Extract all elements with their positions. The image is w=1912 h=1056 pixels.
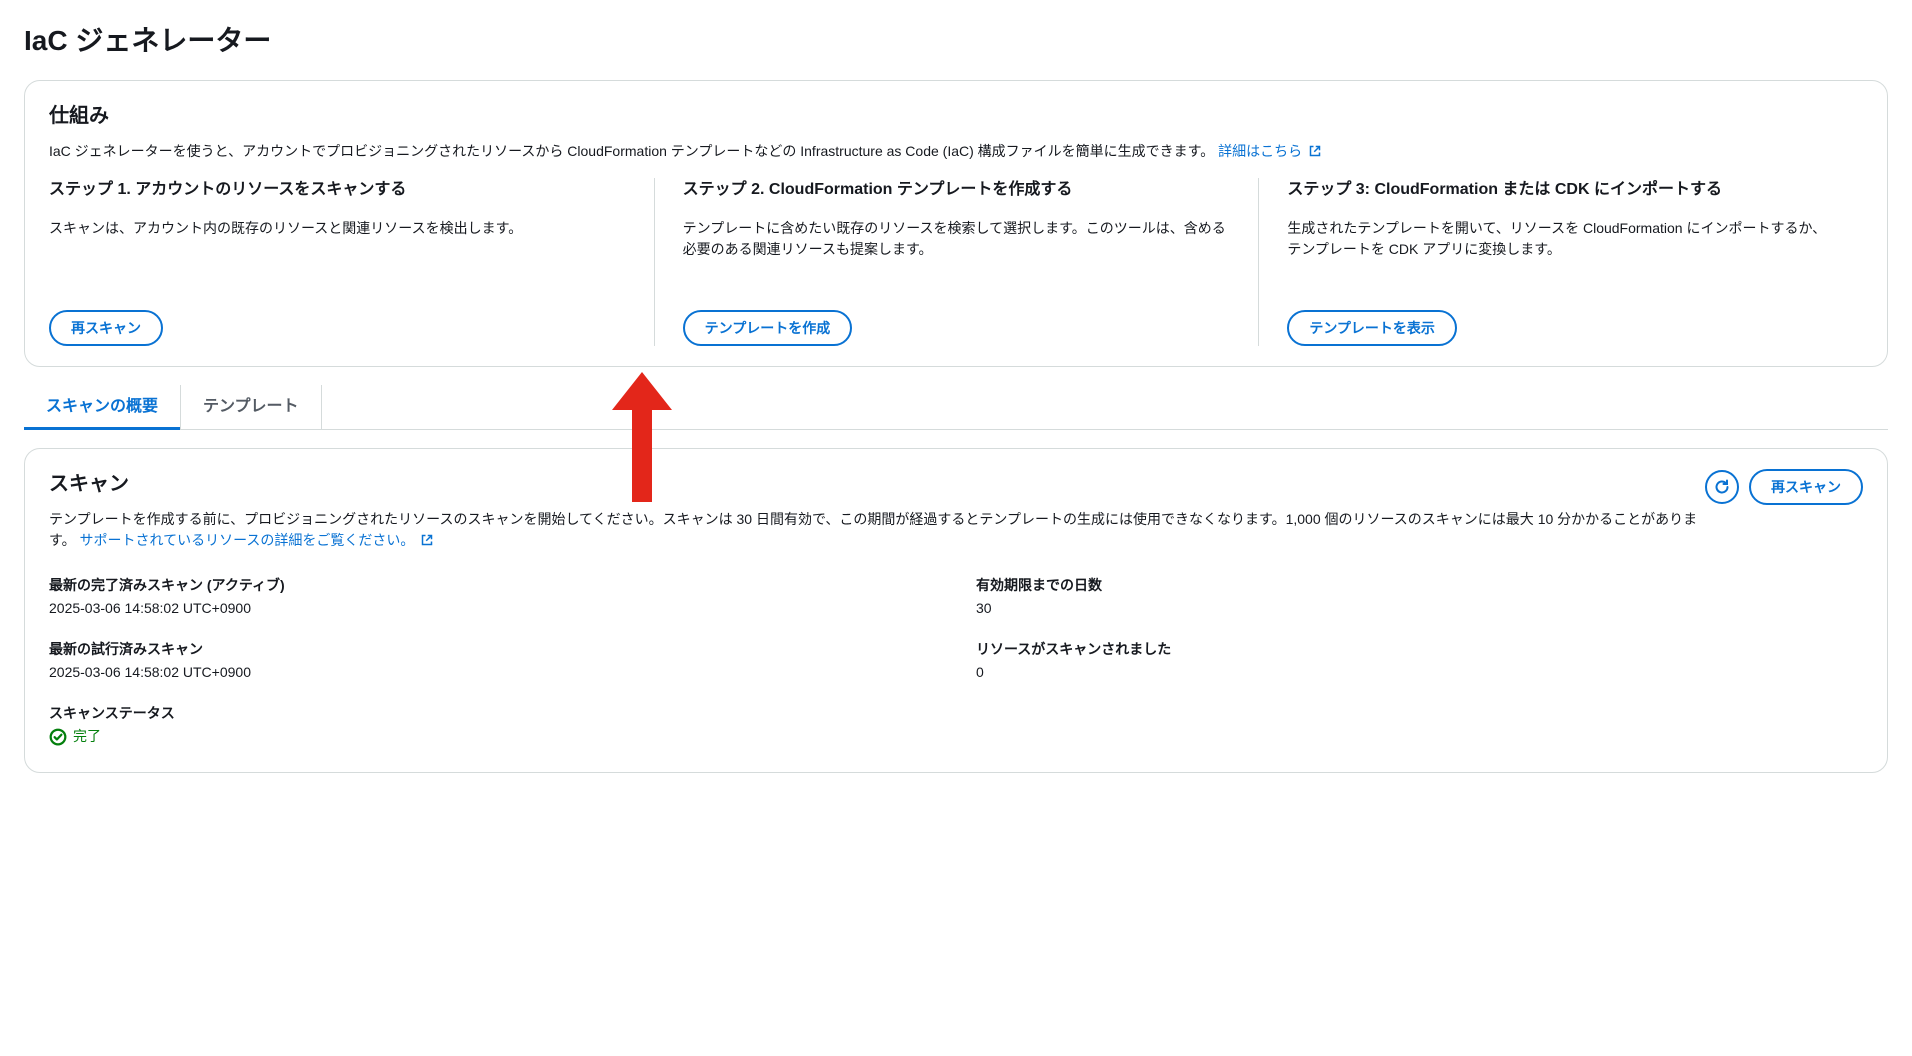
success-icon — [49, 728, 67, 746]
external-link-icon — [1309, 145, 1321, 157]
page-title: IaC ジェネレーター — [24, 20, 1888, 62]
step-2-title: ステップ 2. CloudFormation テンプレートを作成する — [683, 178, 1231, 202]
create-template-button[interactable]: テンプレートを作成 — [683, 310, 853, 346]
step-2: ステップ 2. CloudFormation テンプレートを作成する テンプレー… — [654, 178, 1259, 346]
external-link-icon — [421, 534, 433, 546]
supported-resources-link[interactable]: サポートされているリソースの詳細をご覧ください。 — [80, 532, 434, 548]
tab-templates[interactable]: テンプレート — [181, 385, 322, 429]
tab-scan-overview[interactable]: スキャンの概要 — [24, 385, 181, 429]
kv-last-completed-value: 2025-03-06 14:58:02 UTC+0900 — [49, 598, 936, 619]
step-3-desc: 生成されたテンプレートを開いて、リソースを CloudFormation にイン… — [1287, 218, 1835, 288]
kv-days-valid-value: 30 — [976, 598, 1863, 619]
kv-resources-scanned: リソースがスキャンされました 0 — [976, 639, 1863, 683]
scan-rescan-button[interactable]: 再スキャン — [1749, 469, 1863, 505]
howitworks-panel: 仕組み IaC ジェネレーターを使うと、アカウントでプロビジョニングされたリソー… — [24, 80, 1888, 367]
scan-title: スキャン — [49, 469, 1705, 499]
view-template-button[interactable]: テンプレートを表示 — [1287, 310, 1457, 346]
kv-last-attempt: 最新の試行済みスキャン 2025-03-06 14:58:02 UTC+0900 — [49, 639, 936, 683]
scan-kv-grid: 最新の完了済みスキャン (アクティブ) 2025-03-06 14:58:02 … — [49, 575, 1863, 752]
kv-last-attempt-label: 最新の試行済みスキャン — [49, 639, 936, 660]
howitworks-desc: IaC ジェネレーターを使うと、アカウントでプロビジョニングされたリソースから … — [49, 141, 1863, 162]
kv-status-value: 完了 — [49, 726, 101, 747]
steps-row: ステップ 1. アカウントのリソースをスキャンする スキャンは、アカウント内の既… — [49, 178, 1863, 346]
step-1-title: ステップ 1. アカウントのリソースをスキャンする — [49, 178, 626, 202]
learn-more-link[interactable]: 詳細はこちら — [1218, 143, 1321, 159]
kv-status-text: 完了 — [73, 726, 101, 747]
scan-desc: テンプレートを作成する前に、プロビジョニングされたリソースのスキャンを開始してく… — [49, 509, 1705, 551]
refresh-button[interactable] — [1705, 470, 1739, 504]
refresh-icon — [1714, 479, 1730, 495]
step-2-desc: テンプレートに含めたい既存のリソースを検索して選択します。このツールは、含める必… — [683, 218, 1231, 288]
kv-days-valid-label: 有効期限までの日数 — [976, 575, 1863, 596]
kv-last-attempt-value: 2025-03-06 14:58:02 UTC+0900 — [49, 662, 936, 683]
rescan-button[interactable]: 再スキャン — [49, 310, 163, 346]
kv-status-label: スキャンステータス — [49, 703, 936, 724]
kv-last-completed: 最新の完了済みスキャン (アクティブ) 2025-03-06 14:58:02 … — [49, 575, 936, 619]
kv-last-completed-label: 最新の完了済みスキャン (アクティブ) — [49, 575, 936, 596]
step-3: ステップ 3: CloudFormation または CDK にインポートする … — [1258, 178, 1863, 346]
tabs: スキャンの概要 テンプレート — [24, 385, 1888, 430]
scan-header-actions: 再スキャン — [1705, 469, 1863, 505]
scan-panel: スキャン テンプレートを作成する前に、プロビジョニングされたリソースのスキャンを… — [24, 448, 1888, 773]
kv-resources-scanned-label: リソースがスキャンされました — [976, 639, 1863, 660]
step-1-desc: スキャンは、アカウント内の既存のリソースと関連リソースを検出します。 — [49, 218, 626, 288]
step-3-title: ステップ 3: CloudFormation または CDK にインポートする — [1287, 178, 1835, 202]
kv-days-valid: 有効期限までの日数 30 — [976, 575, 1863, 619]
kv-resources-scanned-value: 0 — [976, 662, 1863, 683]
howitworks-desc-text: IaC ジェネレーターを使うと、アカウントでプロビジョニングされたリソースから … — [49, 143, 1218, 159]
learn-more-label: 詳細はこちら — [1218, 143, 1302, 159]
step-1: ステップ 1. アカウントのリソースをスキャンする スキャンは、アカウント内の既… — [49, 178, 654, 346]
supported-resources-label: サポートされているリソースの詳細をご覧ください。 — [80, 532, 415, 548]
kv-status: スキャンステータス 完了 — [49, 703, 936, 752]
howitworks-title: 仕組み — [49, 101, 1863, 131]
